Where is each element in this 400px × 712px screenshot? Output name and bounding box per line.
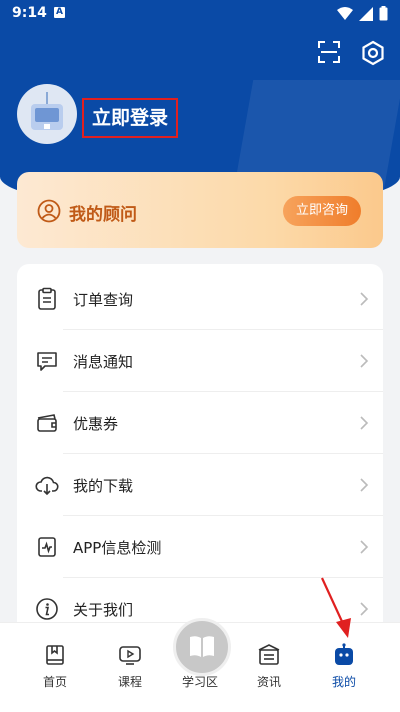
menu-item-label: 消息通知 bbox=[73, 353, 134, 371]
avatar-robot-icon bbox=[31, 92, 63, 130]
message-icon bbox=[37, 352, 57, 371]
login-button[interactable]: 立即登录 bbox=[82, 98, 179, 138]
menu-item-label: 优惠券 bbox=[73, 415, 119, 433]
chevron-right-icon bbox=[360, 354, 369, 368]
consult-button[interactable]: 立即咨询 bbox=[283, 196, 361, 226]
play-icon bbox=[119, 646, 141, 665]
open-book-icon bbox=[190, 636, 214, 657]
nav-news[interactable]: 资讯 bbox=[234, 623, 304, 712]
advisor-title: 我的顾问 bbox=[69, 205, 137, 225]
chevron-right-icon bbox=[360, 292, 369, 306]
battery-icon bbox=[379, 6, 388, 21]
nav-label: 资讯 bbox=[256, 675, 281, 689]
menu-item-downloads[interactable]: 我的下载 bbox=[17, 454, 383, 516]
study-button bbox=[173, 618, 231, 676]
user-icon bbox=[37, 199, 61, 223]
chevron-right-icon bbox=[360, 416, 369, 430]
scan-icon[interactable] bbox=[317, 40, 341, 64]
settings-icon[interactable] bbox=[360, 40, 386, 66]
news-icon bbox=[258, 644, 280, 665]
nav-label: 课程 bbox=[117, 675, 142, 689]
nav-label: 我的 bbox=[331, 675, 356, 689]
menu-item-coupons[interactable]: 优惠券 bbox=[17, 392, 383, 454]
chevron-right-icon bbox=[360, 478, 369, 492]
menu-item-label: 我的下载 bbox=[73, 477, 134, 495]
chevron-right-icon bbox=[360, 540, 369, 554]
avatar[interactable] bbox=[17, 84, 77, 144]
clipboard-icon bbox=[38, 287, 56, 310]
status-time: 9:14 bbox=[12, 5, 47, 21]
robot-icon bbox=[335, 643, 353, 665]
coupon-icon bbox=[37, 414, 57, 432]
nav-courses[interactable]: 课程 bbox=[95, 623, 165, 712]
book-icon bbox=[46, 645, 64, 665]
menu-item-messages[interactable]: 消息通知 bbox=[17, 330, 383, 392]
notification-icon: A bbox=[54, 7, 65, 18]
menu-item-label: 订单查询 bbox=[73, 291, 134, 309]
info-icon bbox=[36, 598, 58, 620]
annotation-arrow bbox=[321, 577, 351, 638]
chevron-right-icon bbox=[360, 602, 369, 616]
nav-study[interactable]: 学习区 bbox=[165, 618, 235, 712]
cloud-download-icon bbox=[35, 476, 59, 496]
monitor-icon bbox=[38, 537, 56, 557]
status-bar: 9:14 A bbox=[0, 0, 400, 28]
menu-item-label: 关于我们 bbox=[73, 601, 134, 619]
menu-item-app-check[interactable]: APP信息检测 bbox=[17, 516, 383, 578]
advisor-card[interactable]: 我的顾问 立即咨询 bbox=[17, 172, 383, 248]
menu-item-label: APP信息检测 bbox=[73, 539, 162, 557]
nav-label: 首页 bbox=[42, 675, 67, 689]
nav-home[interactable]: 首页 bbox=[20, 623, 90, 712]
nav-label: 学习区 bbox=[181, 675, 218, 689]
status-icons bbox=[337, 6, 388, 21]
wifi-icon bbox=[337, 6, 353, 20]
signal-icon bbox=[359, 6, 373, 21]
menu-item-orders[interactable]: 订单查询 bbox=[17, 268, 383, 330]
